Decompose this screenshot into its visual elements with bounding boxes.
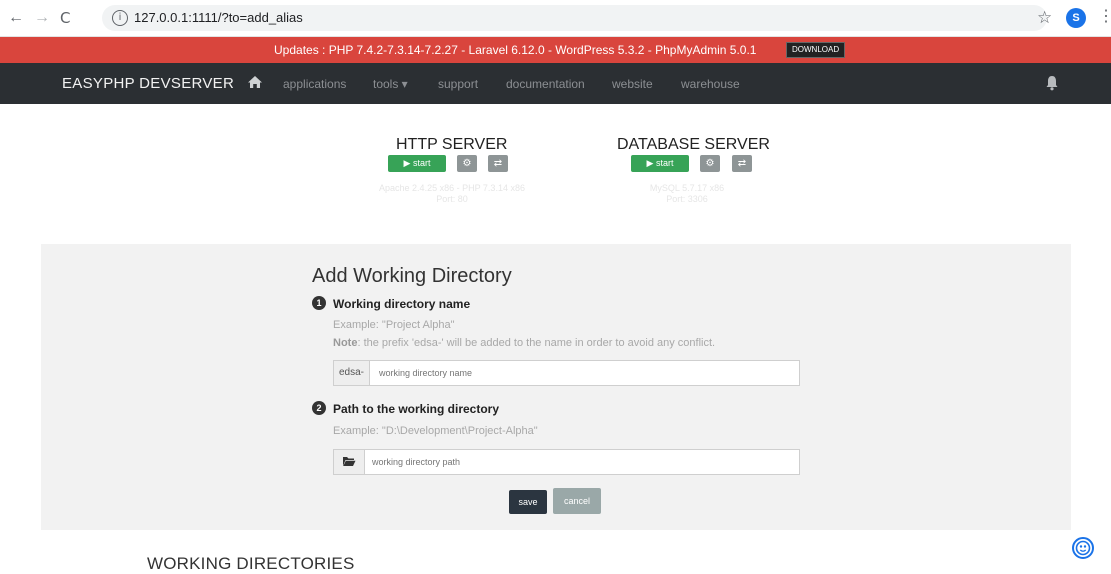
working-directory-path-group [333,449,800,475]
gear-icon[interactable]: ⚙ [700,155,720,172]
working-directory-name-group: edsa- [333,360,800,386]
back-arrow-icon[interactable]: ← [8,8,24,28]
edsa-prefix-addon: edsa- [334,361,370,385]
browser-menu-icon[interactable]: ⋮ [1098,7,1111,27]
database-start-button[interactable]: ▶ start [631,155,689,172]
forward-arrow-icon[interactable]: → [34,8,50,28]
profile-avatar[interactable]: S [1066,8,1086,28]
nav-link-applications[interactable]: applications [283,77,346,91]
brand-logo[interactable]: EASYPHP DEVSERVER [62,75,234,92]
info-icon[interactable]: i [112,10,128,26]
address-bar[interactable]: i 127.0.0.1:1111/?to=add_alias [102,5,1047,31]
http-start-button[interactable]: ▶ start [388,155,446,172]
home-icon[interactable] [247,74,263,90]
http-server-port: Port: 80 [436,194,468,204]
working-directories-heading: WORKING DIRECTORIES [147,554,355,573]
bell-icon[interactable] [1045,75,1059,91]
updates-banner: Updates : PHP 7.4.2-7.3.14-7.2.27 - Lara… [0,37,1111,63]
step-2-badge: 2 [312,401,326,415]
working-directory-name-input[interactable] [379,361,789,385]
http-server-version: Apache 2.4.25 x86 - PHP 7.3.14 x86 [379,183,525,193]
note-text: : the prefix 'edsa-' will be added to th… [357,337,716,349]
nav-link-support[interactable]: support [438,77,478,91]
database-server-title: DATABASE SERVER [617,136,770,153]
step-2-example: Example: "D:\Development\Project-Alpha" [333,425,538,437]
form-title: Add Working Directory [312,265,512,287]
note-label: Note [333,337,358,349]
reload-icon[interactable]: C [60,8,70,28]
step-1-label: Working directory name [333,297,471,311]
updates-text: Updates : PHP 7.4.2-7.3.14-7.2.27 - Lara… [274,43,757,57]
step-2-label: Path to the working directory [333,402,500,416]
main-navbar: EASYPHP DEVSERVER applications tools ▾ s… [0,63,1111,104]
step-1-badge: 1 [312,296,326,310]
help-icon[interactable] [1072,537,1094,559]
star-icon[interactable]: ☆ [1037,8,1052,28]
http-server-title: HTTP SERVER [396,136,508,153]
folder-icon[interactable] [342,456,356,467]
step-1-example: Example: "Project Alpha" [333,319,455,331]
switch-icon[interactable]: ⇄ [488,155,508,172]
gear-icon[interactable]: ⚙ [457,155,477,172]
database-server-version: MySQL 5.7.17 x86 [649,183,725,193]
step-1-note: Note: the prefix 'edsa-' will be added t… [333,337,715,349]
working-directory-path-input[interactable] [372,450,792,474]
nav-link-documentation[interactable]: documentation [506,77,585,91]
cancel-button[interactable]: cancel [553,488,601,514]
http-server-info: Apache 2.4.25 x86 - PHP 7.3.14 x86 Port:… [352,183,552,205]
browser-toolbar: ← → C i 127.0.0.1:1111/?to=add_alias ☆ S… [0,0,1111,37]
url-text[interactable]: 127.0.0.1:1111/?to=add_alias [134,10,303,25]
save-button[interactable]: save [509,490,547,514]
switch-icon[interactable]: ⇄ [732,155,752,172]
nav-link-warehouse[interactable]: warehouse [681,77,740,91]
nav-link-tools[interactable]: tools ▾ [373,77,408,91]
folder-addon[interactable] [334,450,365,474]
download-button[interactable]: DOWNLOAD [786,42,846,58]
database-server-info: MySQL 5.7.17 x86 Port: 3306 [592,183,782,205]
nav-link-website[interactable]: website [612,77,653,91]
database-server-port: Port: 3306 [666,194,708,204]
